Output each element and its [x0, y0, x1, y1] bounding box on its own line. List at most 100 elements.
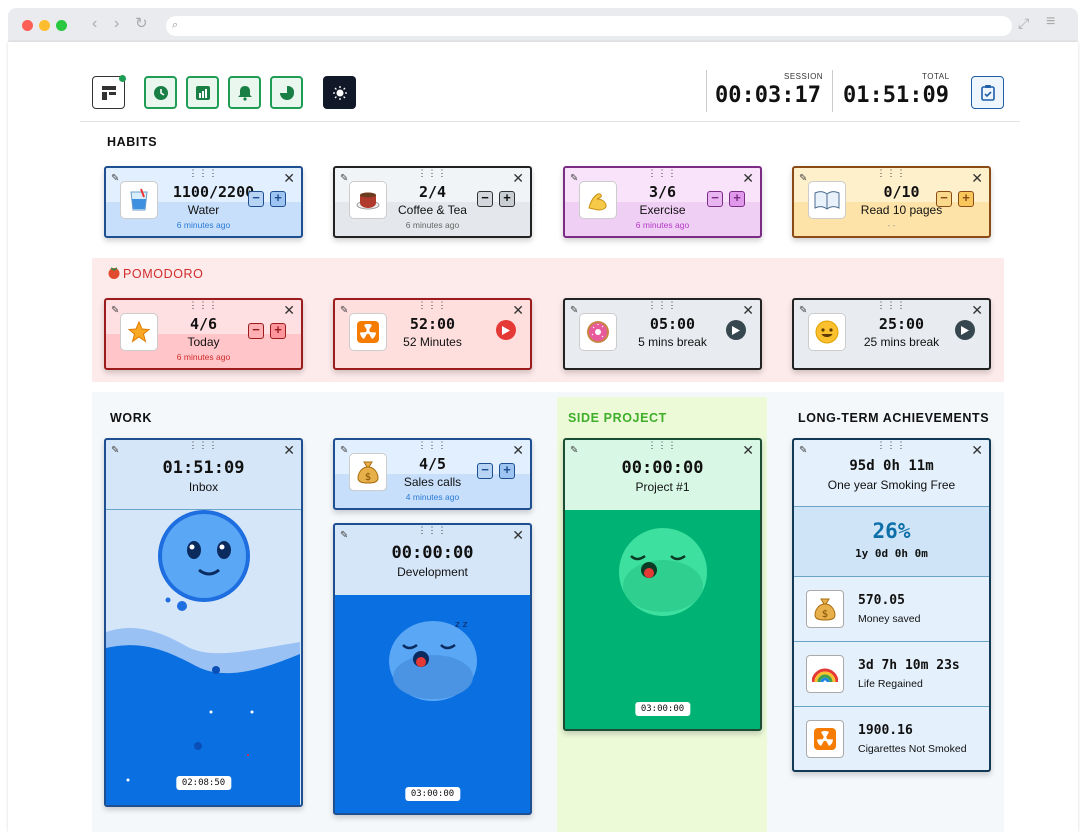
- timer-label: Inbox: [188, 480, 219, 494]
- side-project-heading: SIDE PROJECT: [568, 411, 667, 425]
- habits-heading: HABITS: [107, 135, 158, 149]
- reload-icon[interactable]: ↻: [135, 14, 148, 32]
- pomodoro-card-25min[interactable]: ✎ ⋮⋮⋮ ✕ 25:00 25 mins break: [792, 298, 991, 370]
- svg-text:$: $: [822, 609, 828, 620]
- decrement-button[interactable]: −: [248, 323, 264, 339]
- drag-handle-icon[interactable]: ⋮⋮⋮: [189, 441, 219, 450]
- divider: [832, 70, 833, 112]
- forward-icon[interactable]: ›: [114, 15, 119, 33]
- achievement-elapsed: 95d 0h 11m: [849, 458, 934, 474]
- habit-last-updated: 6 minutes ago: [635, 220, 690, 230]
- report-button[interactable]: [971, 76, 1004, 109]
- drag-handle-icon[interactable]: ⋮⋮⋮: [648, 441, 678, 450]
- habit-last-updated: 6 minutes ago: [176, 220, 231, 230]
- pomodoro-heading: POMODORO: [123, 267, 204, 281]
- play-button[interactable]: [726, 320, 746, 340]
- habit-card-coffee[interactable]: ✎ ⋮⋮⋮ ✕ 2/4 Coffee & Tea 6 minutes ago − +: [333, 166, 532, 238]
- habit-last-updated: 4 minutes ago: [405, 492, 460, 502]
- drag-handle-icon[interactable]: ⋮⋮⋮: [877, 301, 907, 310]
- pomodoro-card-5min[interactable]: ✎ ⋮⋮⋮ ✕ 05:00 5 mins break: [563, 298, 762, 370]
- habit-card-read[interactable]: ✎ ⋮⋮⋮ ✕ 0/10 Read 10 pages - - − +: [792, 166, 991, 238]
- decrement-button[interactable]: −: [477, 463, 493, 479]
- timer-label: Development: [397, 565, 468, 579]
- increment-button[interactable]: +: [958, 191, 974, 207]
- maximize-window-icon[interactable]: [56, 20, 67, 31]
- radioactive-icon: [806, 720, 844, 758]
- address-bar[interactable]: ⌕: [166, 16, 1012, 36]
- decrement-button[interactable]: −: [248, 191, 264, 207]
- menu-icon[interactable]: ≡: [1046, 13, 1055, 31]
- drag-handle-icon[interactable]: ⋮⋮⋮: [418, 301, 448, 310]
- habit-card-exercise[interactable]: ✎ ⋮⋮⋮ ✕ 3/6 Exercise 6 minutes ago − +: [563, 166, 762, 238]
- pomodoro-card-today[interactable]: ✎ ⋮⋮⋮ ✕ 4/6 Today 6 minutes ago − +: [104, 298, 303, 370]
- pie-chart-button[interactable]: [270, 76, 303, 109]
- achievement-label: Money saved: [858, 613, 921, 625]
- decrement-button[interactable]: −: [936, 191, 952, 207]
- session-timer: 00:03:17: [715, 83, 821, 108]
- habit-card-sales[interactable]: ✎ ⋮⋮⋮ ✕ $ 4/5 Sales calls 4 minutes ago − …: [333, 438, 532, 510]
- bell-icon: [237, 85, 252, 101]
- session-label: SESSION: [784, 72, 824, 81]
- edit-icon[interactable]: ✎: [799, 445, 807, 456]
- search-icon: ⌕: [172, 19, 179, 31]
- drag-handle-icon[interactable]: ⋮⋮⋮: [648, 169, 678, 178]
- theme-toggle-button[interactable]: [323, 76, 356, 109]
- achievement-title: One year Smoking Free: [827, 478, 956, 492]
- status-dot: [119, 75, 126, 82]
- drag-handle-icon[interactable]: ⋮⋮⋮: [877, 169, 907, 178]
- habit-card-water[interactable]: ✎ ⋮⋮⋮ ✕ 1100/2200 Water 6 minutes ago − +: [104, 166, 303, 238]
- edit-icon[interactable]: ✎: [340, 530, 348, 541]
- increment-button[interactable]: +: [270, 323, 286, 339]
- play-icon: [502, 325, 510, 335]
- decrement-button[interactable]: −: [477, 191, 493, 207]
- achievement-label: Life Regained: [858, 678, 923, 690]
- minimize-window-icon[interactable]: [39, 20, 50, 31]
- increment-button[interactable]: +: [729, 191, 745, 207]
- sleeping-blob-icon: z z: [389, 620, 477, 701]
- play-button[interactable]: [496, 320, 516, 340]
- layout-button[interactable]: [92, 75, 126, 109]
- clock-button[interactable]: [144, 76, 177, 109]
- edit-icon[interactable]: ✎: [570, 445, 578, 456]
- timer-card-inbox[interactable]: ✎ ⋮⋮⋮ ✕ 01:51:09 Inbox 02:08:50: [104, 438, 303, 807]
- increment-button[interactable]: +: [270, 191, 286, 207]
- toolbar-divider: [80, 121, 1020, 122]
- happy-blob-icon: [158, 510, 250, 611]
- browser-toolbar: ‹ › ↻ ⌕ ⤢ ≡: [8, 8, 1078, 42]
- edit-icon[interactable]: ✎: [111, 445, 119, 456]
- stats-button[interactable]: [186, 76, 219, 109]
- achievement-row: 1900.16 Cigarettes Not Smoked: [794, 706, 989, 770]
- close-icon[interactable]: ✕: [283, 442, 295, 459]
- achievement-card[interactable]: ✎ ⋮⋮⋮ ✕ 95d 0h 11m One year Smoking Free 2…: [792, 438, 991, 772]
- play-icon: [732, 325, 740, 335]
- back-icon[interactable]: ‹: [92, 15, 97, 33]
- expand-icon[interactable]: ⤢: [1018, 15, 1029, 32]
- pomodoro-card-52[interactable]: ✎ ⋮⋮⋮ ✕ 52:00 52 Minutes: [333, 298, 532, 370]
- lightbulb-icon: [332, 85, 347, 100]
- play-button[interactable]: [955, 320, 975, 340]
- drag-handle-icon[interactable]: ⋮⋮⋮: [189, 301, 219, 310]
- timer-value: 00:00:00: [621, 458, 704, 478]
- timer-card-development[interactable]: ✎ ⋮⋮⋮ ✕ 00:00:00 Development z z 03:00:00: [333, 523, 532, 815]
- drag-handle-icon[interactable]: ⋮⋮⋮: [877, 441, 907, 450]
- notifications-button[interactable]: [228, 76, 261, 109]
- drag-handle-icon[interactable]: ⋮⋮⋮: [189, 169, 219, 178]
- close-icon[interactable]: ✕: [971, 442, 983, 459]
- bar-chart-icon: [195, 85, 210, 100]
- money-bag-icon: $: [806, 590, 844, 628]
- drag-handle-icon[interactable]: ⋮⋮⋮: [418, 526, 448, 535]
- pie-chart-icon: [279, 85, 294, 100]
- increment-button[interactable]: +: [499, 191, 515, 207]
- decrement-button[interactable]: −: [707, 191, 723, 207]
- achievement-value: 570.05: [858, 593, 905, 608]
- timer-card-project[interactable]: ✎ ⋮⋮⋮ ✕ 00:00:00 Project #1 03:00:00: [563, 438, 762, 731]
- increment-button[interactable]: +: [499, 463, 515, 479]
- drag-handle-icon[interactable]: ⋮⋮⋮: [648, 301, 678, 310]
- close-window-icon[interactable]: [22, 20, 33, 31]
- drag-handle-icon[interactable]: ⋮⋮⋮: [418, 169, 448, 178]
- drag-handle-icon[interactable]: ⋮⋮⋮: [418, 441, 448, 450]
- close-icon[interactable]: ✕: [512, 527, 524, 544]
- achievement-row: $ 570.05 Money saved: [794, 576, 989, 641]
- close-icon[interactable]: ✕: [742, 442, 754, 459]
- total-label: TOTAL: [922, 72, 950, 81]
